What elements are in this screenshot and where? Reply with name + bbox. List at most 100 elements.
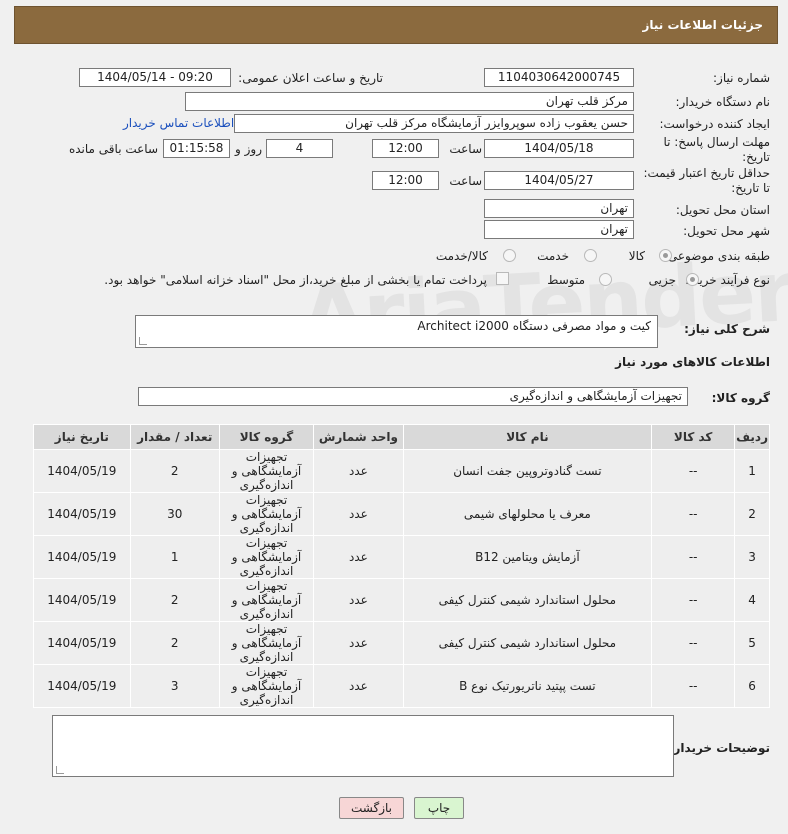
- cell-date: 1404/05/19: [33, 621, 131, 665]
- deadline-time-label: ساعت: [449, 142, 482, 156]
- buyer-notes-label: توضیحات خریدار:: [668, 741, 770, 755]
- col-unit: واحد شمارش: [313, 424, 404, 450]
- col-group: گروه کالا: [218, 424, 315, 450]
- resize-grip-icon: [56, 766, 64, 774]
- cell-name: معرف یا محلولهای شیمی: [402, 492, 653, 536]
- cell-unit: عدد: [313, 535, 404, 579]
- resize-grip-icon: [139, 337, 147, 345]
- description-field[interactable]: کیت و مواد مصرفی دستگاه Architect i2000: [135, 315, 658, 348]
- category-goods-radio[interactable]: [659, 249, 672, 262]
- cell-row: 2: [734, 492, 770, 536]
- cell-code: --: [651, 535, 736, 579]
- cell-group: تجهیزات آزمایشگاهی و اندازه‌گیری: [218, 578, 315, 622]
- page-header: جزئیات اطلاعات نیاز: [14, 6, 778, 44]
- buyer-contact-link[interactable]: اطلاعات تماس خریدار: [123, 116, 234, 130]
- cell-qty: 2: [129, 621, 220, 665]
- validity-time-field: 12:00: [372, 171, 439, 190]
- requester-label: ایجاد کننده درخواست:: [659, 117, 770, 131]
- back-button[interactable]: بازگشت: [339, 797, 404, 819]
- province-field: تهران: [484, 199, 634, 218]
- category-goods-label: کالا: [628, 249, 645, 263]
- table-row: 6 -- تست پپتید ناتریورتیک نوع B عدد تجهی…: [33, 664, 770, 708]
- cell-group: تجهیزات آزمایشگاهی و اندازه‌گیری: [218, 449, 315, 493]
- need-number-field: 1104030642000745: [484, 68, 634, 87]
- cell-group: تجهیزات آزمایشگاهی و اندازه‌گیری: [218, 535, 315, 579]
- cell-code: --: [651, 492, 736, 536]
- cell-name: تست گنادوتروپین جفت انسان: [402, 449, 653, 493]
- col-code: کد کالا: [651, 424, 736, 450]
- cell-code: --: [651, 578, 736, 622]
- deadline-label: مهلت ارسال پاسخ: تا تاریخ:: [663, 135, 770, 164]
- deadline-date-field: 1404/05/18: [484, 139, 634, 158]
- cell-qty: 1: [129, 535, 220, 579]
- cell-name: تست پپتید ناتریورتیک نوع B: [402, 664, 653, 708]
- cell-date: 1404/05/19: [33, 578, 131, 622]
- cell-name: محلول استاندارد شیمی کنترل کیفی: [402, 578, 653, 622]
- category-both-radio[interactable]: [503, 249, 516, 262]
- remaining-label: ساعت باقی مانده: [68, 142, 158, 156]
- cell-qty: 30: [129, 492, 220, 536]
- cell-date: 1404/05/19: [33, 492, 131, 536]
- cell-group: تجهیزات آزمایشگاهی و اندازه‌گیری: [218, 664, 315, 708]
- goods-group-field: تجهیزات آزمایشگاهی و اندازه‌گیری: [138, 387, 688, 406]
- cell-unit: عدد: [313, 621, 404, 665]
- table-row: 4 -- محلول استاندارد شیمی کنترل کیفی عدد…: [33, 578, 770, 622]
- cell-row: 1: [734, 449, 770, 493]
- process-minor-radio[interactable]: [686, 273, 699, 286]
- days-label: روز و: [235, 142, 262, 156]
- description-label: شرح کلی نیاز:: [684, 322, 770, 336]
- deadline-time-field: 12:00: [372, 139, 439, 158]
- col-name: نام کالا: [402, 424, 653, 450]
- requester-field: حسن یعقوب زاده سوپروایزر آزمایشگاه مرکز …: [234, 114, 634, 133]
- cell-unit: عدد: [313, 492, 404, 536]
- announce-field: 1404/05/14 - 09:20: [79, 68, 231, 87]
- cell-code: --: [651, 621, 736, 665]
- city-field: تهران: [484, 220, 634, 239]
- category-label: طبقه بندی موضوعی:: [663, 249, 770, 263]
- cell-row: 3: [734, 535, 770, 579]
- validity-date-field: 1404/05/27: [484, 171, 634, 190]
- cell-group: تجهیزات آزمایشگاهی و اندازه‌گیری: [218, 621, 315, 665]
- city-label: شهر محل تحویل:: [683, 224, 770, 238]
- process-minor-label: جزیی: [648, 273, 676, 287]
- buyer-org-label: نام دستگاه خریدار:: [675, 95, 771, 109]
- process-medium-radio[interactable]: [599, 273, 612, 286]
- cell-row: 5: [734, 621, 770, 665]
- buyer-notes-field[interactable]: [52, 715, 674, 777]
- cell-row: 4: [734, 578, 770, 622]
- treasury-checkbox[interactable]: [496, 272, 509, 285]
- col-date: تاریخ نیاز: [33, 424, 131, 450]
- days-field: 4: [266, 139, 333, 158]
- cell-qty: 2: [129, 449, 220, 493]
- goods-info-title: اطلاعات کالاهای مورد نیاز: [615, 355, 770, 369]
- validity-label: حداقل تاریخ اعتبار قیمت: تا تاریخ:: [643, 166, 770, 195]
- category-both-label: کالا/خدمت: [435, 249, 488, 263]
- announce-label: تاریخ و ساعت اعلان عمومی:: [238, 71, 383, 85]
- cell-row: 6: [734, 664, 770, 708]
- description-text: کیت و مواد مصرفی دستگاه Architect i2000: [417, 319, 651, 333]
- category-service-radio[interactable]: [584, 249, 597, 262]
- cell-date: 1404/05/19: [33, 535, 131, 579]
- cell-qty: 3: [129, 664, 220, 708]
- print-button[interactable]: چاپ: [414, 797, 464, 819]
- cell-date: 1404/05/19: [33, 664, 131, 708]
- remaining-field: 01:15:58: [163, 139, 230, 158]
- table-row: 1 -- تست گنادوتروپین جفت انسان عدد تجهیز…: [33, 449, 770, 493]
- category-service-label: خدمت: [537, 249, 569, 263]
- treasury-note: پرداخت تمام یا بخشی از مبلغ خرید،از محل …: [104, 273, 487, 287]
- col-qty: تعداد / مقدار: [129, 424, 220, 450]
- cell-name: آزمایش ویتامین B12: [402, 535, 653, 579]
- province-label: استان محل تحویل:: [675, 203, 770, 217]
- process-medium-label: متوسط: [547, 273, 585, 287]
- cell-code: --: [651, 449, 736, 493]
- goods-group-label: گروه کالا:: [711, 391, 770, 405]
- table-row: 5 -- محلول استاندارد شیمی کنترل کیفی عدد…: [33, 621, 770, 665]
- items-table: ردیف کد کالا نام کالا واحد شمارش گروه کا…: [33, 424, 770, 708]
- validity-time-label: ساعت: [449, 174, 482, 188]
- need-number-label: شماره نیاز:: [713, 71, 770, 85]
- cell-unit: عدد: [313, 664, 404, 708]
- col-row: ردیف: [734, 424, 770, 450]
- cell-name: محلول استاندارد شیمی کنترل کیفی: [402, 621, 653, 665]
- page-title: جزئیات اطلاعات نیاز: [642, 18, 763, 32]
- cell-unit: عدد: [313, 449, 404, 493]
